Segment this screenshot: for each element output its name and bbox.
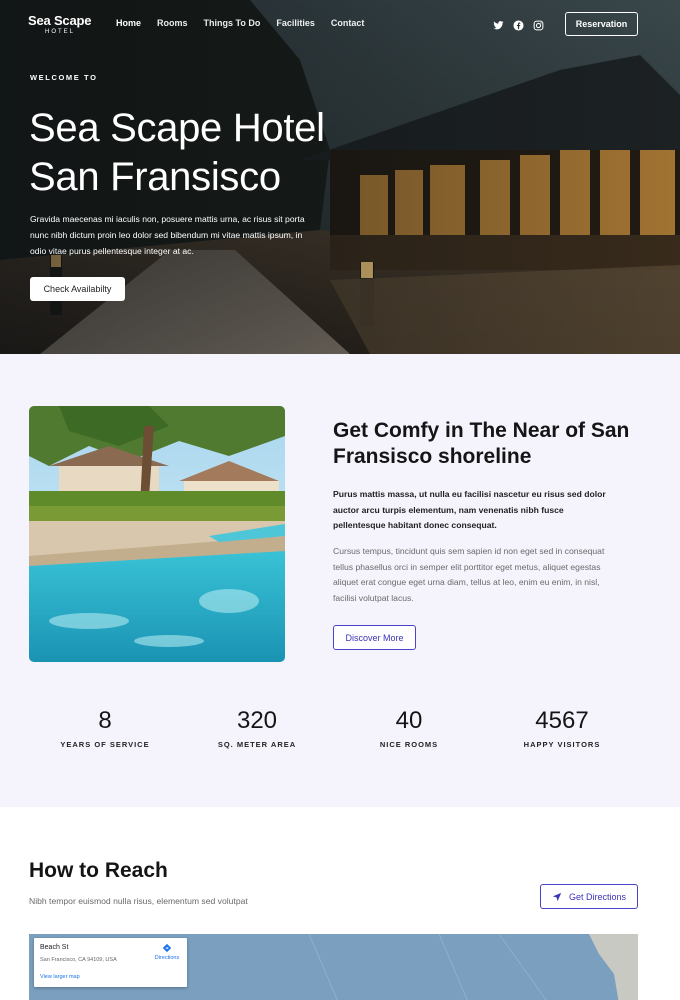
get-directions-label: Get Directions bbox=[568, 891, 627, 902]
about-lead-text: Purus mattis massa, ut nulla eu facilisi… bbox=[333, 489, 606, 530]
hero-title: Sea Scape Hotel San Fransisco bbox=[29, 104, 389, 202]
main-menu: Home Rooms Things To Do Facilities Conta… bbox=[116, 18, 380, 28]
stat-rooms: 40 NICE ROOMS bbox=[339, 706, 479, 749]
map-address: San Francisco, CA 94109, USA bbox=[40, 957, 117, 963]
reservation-button[interactable]: Reservation bbox=[565, 12, 638, 36]
directions-icon bbox=[162, 943, 172, 953]
embedded-map[interactable]: Beach St San Francisco, CA 94109, USA Vi… bbox=[29, 934, 638, 1000]
about-body-text: Cursus tempus, tincidunt quis sem sapien… bbox=[333, 546, 605, 603]
stat-visitors: 4567 HAPPY VISITORS bbox=[492, 706, 632, 749]
social-links bbox=[493, 18, 544, 31]
map-place-name: Beach St bbox=[40, 944, 69, 951]
stat-area: 320 SQ. METER AREA bbox=[187, 706, 327, 749]
stat-years: 8 YEARS OF SERVICE bbox=[35, 706, 175, 749]
twitter-icon[interactable] bbox=[493, 18, 504, 30]
map-info-card: Beach St San Francisco, CA 94109, USA Vi… bbox=[34, 938, 187, 987]
menu-item-things-to-do[interactable]: Things To Do bbox=[204, 18, 261, 28]
site-logo[interactable]: Sea Scape HOTEL bbox=[28, 13, 92, 35]
reach-subtitle: Nibh tempor euismod nulla risus, element… bbox=[29, 896, 248, 906]
hero-title-line2: San Fransisco bbox=[29, 155, 281, 199]
stat-value: 8 bbox=[98, 707, 112, 734]
map-directions-link[interactable]: Directions bbox=[150, 943, 184, 961]
discover-more-button[interactable]: Discover More bbox=[333, 625, 416, 650]
hero-section: Sea Scape HOTEL Home Rooms Things To Do … bbox=[0, 0, 680, 354]
about-title: Get Comfy in The Near of San Fransisco s… bbox=[333, 419, 630, 468]
logo-subtext: HOTEL bbox=[44, 29, 75, 35]
stat-value: 40 bbox=[395, 707, 423, 734]
get-directions-button[interactable]: Get Directions bbox=[540, 884, 638, 909]
menu-item-rooms[interactable]: Rooms bbox=[157, 18, 188, 28]
menu-item-facilities[interactable]: Facilities bbox=[276, 18, 315, 28]
top-navigation: Sea Scape HOTEL Home Rooms Things To Do … bbox=[0, 0, 680, 48]
map-directions-label: Directions bbox=[154, 955, 180, 961]
logo-text: Sea Scape bbox=[28, 13, 92, 28]
about-section: Get Comfy in The Near of San Fransisco s… bbox=[0, 354, 680, 807]
facebook-icon[interactable] bbox=[513, 18, 524, 31]
stat-label: NICE ROOMS bbox=[379, 740, 439, 749]
navigation-arrow-icon bbox=[552, 892, 562, 901]
hero-title-line1: Sea Scape Hotel bbox=[29, 106, 325, 150]
pool-image bbox=[29, 406, 285, 662]
hero-description: Gravida maecenas mi iaculis non, posuere… bbox=[30, 214, 305, 256]
view-larger-map-link[interactable]: View larger map bbox=[40, 974, 80, 980]
menu-item-home[interactable]: Home bbox=[116, 18, 141, 28]
hero-eyebrow: WELCOME TO bbox=[30, 73, 98, 82]
stat-value: 320 bbox=[236, 707, 278, 734]
reach-title: How to Reach bbox=[29, 859, 168, 882]
how-to-reach-section: How to Reach Nibh tempor euismod nulla r… bbox=[0, 807, 680, 1000]
instagram-icon[interactable] bbox=[533, 18, 544, 31]
stats-row: 8 YEARS OF SERVICE 320 SQ. METER AREA 40… bbox=[0, 706, 680, 756]
menu-item-contact[interactable]: Contact bbox=[331, 18, 365, 28]
stat-label: HAPPY VISITORS bbox=[523, 740, 601, 749]
stat-label: YEARS OF SERVICE bbox=[60, 740, 150, 749]
stat-value: 4567 bbox=[535, 707, 589, 734]
check-availability-button[interactable]: Check Availabilty bbox=[30, 277, 125, 301]
stat-label: SQ. METER AREA bbox=[217, 740, 297, 749]
